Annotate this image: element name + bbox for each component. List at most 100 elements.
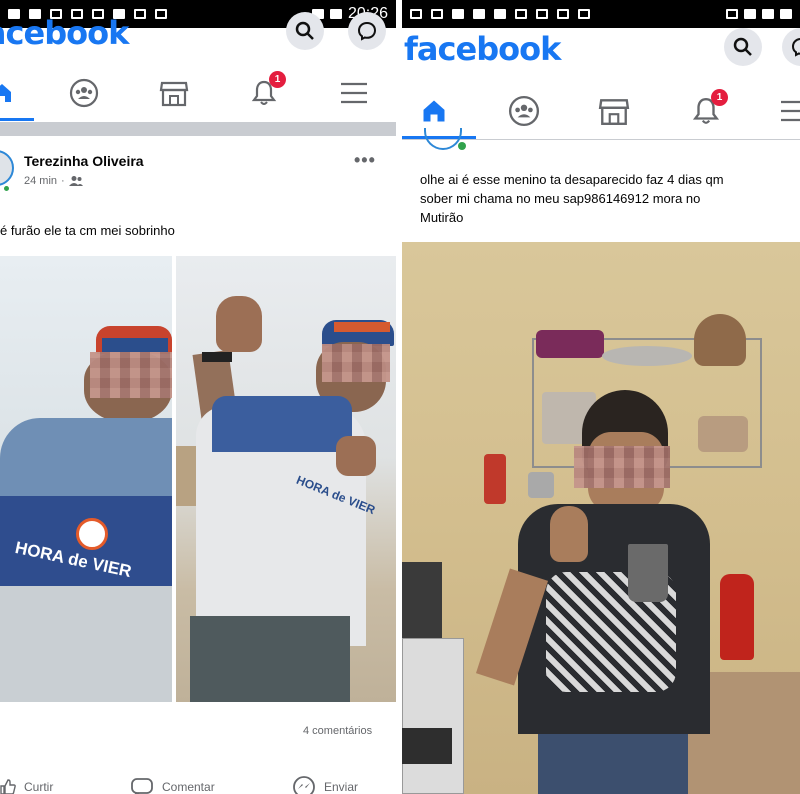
- post-text-line-3: Mutirão: [420, 210, 464, 225]
- nav-marketplace[interactable]: [154, 73, 194, 113]
- messenger-icon: [293, 776, 315, 794]
- kettle: [694, 314, 746, 366]
- nav-groups[interactable]: [504, 91, 544, 131]
- nav-bar: 1: [0, 68, 396, 118]
- hand: [336, 436, 376, 476]
- online-indicator: [2, 184, 11, 193]
- facebook-notification-icon: [494, 9, 506, 19]
- notification-badge: 1: [711, 89, 728, 106]
- mug: [528, 472, 554, 498]
- post-time[interactable]: 24 min: [24, 175, 57, 187]
- hamburger-menu-icon: [341, 82, 367, 104]
- shirt-logo: [76, 518, 108, 550]
- comment-label: Comentar: [162, 780, 215, 794]
- search-button[interactable]: [286, 12, 324, 50]
- friends-privacy-icon: [68, 176, 83, 186]
- hamburger-menu-icon: [781, 100, 800, 122]
- groups-icon: [508, 95, 540, 127]
- nav-menu[interactable]: [774, 91, 800, 131]
- wristband: [202, 352, 232, 362]
- facebook-notification-icon: [452, 9, 464, 19]
- avatar[interactable]: [424, 128, 462, 150]
- facebook-logo[interactable]: facebook: [404, 30, 561, 68]
- home-icon: [0, 84, 11, 102]
- face-blur: [574, 446, 670, 488]
- pan: [602, 346, 692, 366]
- fb-header: facebook: [402, 26, 800, 74]
- cap-band: [102, 338, 168, 352]
- fb-header: facebook: [0, 12, 396, 60]
- stove-top: [402, 562, 442, 638]
- thermos: [720, 574, 754, 660]
- search-button[interactable]: [724, 28, 762, 66]
- nav-home[interactable]: [414, 91, 454, 131]
- nav-marketplace[interactable]: [594, 91, 634, 131]
- send-button[interactable]: Enviar: [292, 775, 358, 794]
- battery-icon: [780, 9, 792, 19]
- post-photo-1[interactable]: HORA de VIER: [0, 256, 172, 702]
- marketplace-icon: [159, 81, 189, 107]
- messenger-button[interactable]: [782, 28, 800, 66]
- like-button[interactable]: Curtir: [0, 779, 53, 794]
- left-screenshot: 20:26 facebook 1 Terezinha O: [0, 0, 396, 794]
- gallery-icon: [536, 9, 548, 19]
- shirt-band: [212, 396, 352, 452]
- nav-menu[interactable]: [334, 73, 374, 113]
- face-blur: [322, 344, 390, 382]
- comment-icon: [131, 778, 153, 794]
- post-text: olhe ai é esse menino ta desaparecido fa…: [420, 170, 800, 227]
- shirt-lower: [0, 586, 172, 702]
- post-photo-2[interactable]: HORA de VIER: [176, 256, 396, 702]
- signal-icon: [762, 9, 774, 19]
- notification-badge: 1: [269, 71, 286, 88]
- key-icon: [557, 9, 569, 19]
- post-text-line-1: olhe ai é esse menino ta desaparecido fa…: [420, 172, 724, 187]
- face-blur: [90, 352, 172, 398]
- messenger-icon: [357, 21, 377, 41]
- cup: [628, 544, 668, 602]
- facebook-logo[interactable]: facebook: [0, 14, 129, 52]
- sim-icon: [744, 9, 756, 19]
- nav-groups[interactable]: [64, 73, 104, 113]
- pot-copper: [698, 416, 748, 452]
- post-photo[interactable]: [402, 242, 800, 794]
- facebook-notification-icon: [473, 9, 485, 19]
- thumbs-up-icon: [0, 779, 16, 794]
- post-author[interactable]: Terezinha Oliveira: [24, 153, 144, 169]
- home-icon: [423, 100, 445, 122]
- pot-purple: [536, 330, 604, 358]
- avatar[interactable]: [0, 150, 14, 186]
- marketplace-icon: [598, 99, 630, 125]
- post-meta: 24 min ·: [24, 175, 83, 187]
- cap-brim: [334, 322, 390, 332]
- like-label: Curtir: [24, 780, 54, 794]
- media-icon: [431, 9, 443, 19]
- comment-button[interactable]: Comentar: [130, 777, 215, 794]
- status-bar: [402, 0, 800, 28]
- nav-notifications[interactable]: 1: [686, 89, 728, 131]
- message-icon: [410, 9, 422, 19]
- message-icon: [515, 9, 527, 19]
- comments-count[interactable]: 4 comentários: [303, 725, 372, 737]
- messenger-button[interactable]: [348, 12, 386, 50]
- jeans: [538, 734, 688, 794]
- post-text-line-2: sober mi chama no meu sap986146912 mora …: [420, 191, 701, 206]
- wall-item: [484, 454, 506, 504]
- nav-notifications[interactable]: 1: [244, 71, 286, 113]
- search-icon: [733, 37, 752, 56]
- wifi-icon: [726, 9, 738, 19]
- post-options-icon[interactable]: •••: [354, 150, 376, 171]
- right-screenshot: facebook 1 olhe ai é esse menino ta desa…: [402, 0, 800, 794]
- send-label: Enviar: [324, 780, 359, 794]
- feed-separator: [0, 122, 396, 136]
- messenger-icon: [791, 38, 800, 57]
- post-action-bar: Curtir Comentar Enviar: [0, 772, 396, 794]
- media-icon: [578, 9, 590, 19]
- nav-home[interactable]: [0, 73, 22, 113]
- oven-window: [402, 728, 452, 764]
- nav-border: [402, 139, 800, 140]
- groups-icon: [69, 78, 99, 108]
- pants: [190, 616, 350, 702]
- thumb-hand: [550, 506, 588, 562]
- nav-active-indicator: [0, 118, 34, 121]
